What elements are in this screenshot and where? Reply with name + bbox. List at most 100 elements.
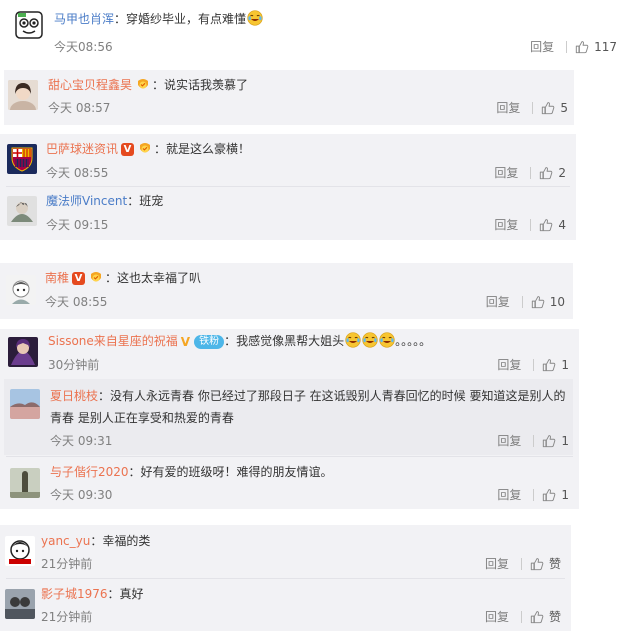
thumbs-up-icon[interactable] — [575, 40, 589, 54]
comment-time: 今天 08:55 — [45, 295, 108, 309]
avatar[interactable] — [5, 536, 35, 566]
thumbs-up-icon[interactable] — [541, 101, 555, 115]
comment-card-1: 甜心宝贝程鑫昊 ：说实话我羡慕了 今天 08:57 回复 5 — [4, 70, 574, 125]
comment-actions: 回复 赞 — [485, 555, 561, 572]
comment-author[interactable]: yanc_yu — [41, 534, 90, 548]
comment-text: ：就是这么豪横！ — [154, 142, 251, 156]
like-count: 5 — [560, 100, 568, 115]
like-count: 10 — [549, 294, 565, 309]
like-count: 1 — [561, 487, 569, 502]
comment-line: 南稚 V ：这也太幸福了叭 — [45, 269, 201, 287]
avatar[interactable] — [5, 589, 35, 619]
vip-badge-icon: V — [121, 143, 135, 156]
divider — [533, 488, 535, 501]
thumbs-up-icon[interactable] — [530, 610, 544, 624]
comment-author[interactable]: 夏日桃枝 — [50, 389, 98, 403]
comment-line: 甜心宝贝程鑫昊 ：说实话我羡慕了 — [48, 76, 248, 94]
comment-time: 30分钟前 — [48, 358, 100, 372]
like-count: 4 — [558, 217, 566, 232]
comment-author[interactable]: Sissone来自星座的祝福 — [48, 334, 178, 348]
laugh-cry-emoji-icon — [247, 10, 263, 26]
comment-text: ：幸福的类 — [90, 534, 151, 548]
avatar[interactable] — [7, 196, 37, 226]
avatar[interactable] — [10, 389, 40, 419]
thumbs-up-icon[interactable] — [542, 358, 556, 372]
comment-line: 与子偕行2020：好有爱的班级呀！难得的朋友情谊。 — [50, 463, 333, 481]
divider — [521, 295, 523, 308]
like-count: 117 — [594, 39, 617, 54]
reply-button[interactable]: 回复 — [494, 164, 518, 181]
comment-author[interactable]: 魔法师Vincent — [46, 194, 127, 208]
thumbs-up-icon[interactable] — [539, 166, 553, 180]
comment-card-2: 巴萨球迷资讯 V ：就是这么豪横！ 今天 08:55 回复 2 魔法师Vincent… — [0, 134, 576, 240]
comment-time: 今天 08:55 — [46, 166, 109, 180]
thumbs-up-icon[interactable] — [531, 295, 545, 309]
like-count: 赞 — [548, 610, 561, 624]
comment-time: 今天 09:15 — [46, 218, 109, 232]
thumbs-up-icon[interactable] — [530, 557, 544, 571]
divider — [530, 166, 532, 179]
reply-button[interactable]: 回复 — [497, 356, 521, 373]
like-count: 赞 — [548, 557, 561, 571]
divider — [520, 610, 522, 623]
comment-actions: 回复 1 — [497, 486, 569, 503]
laugh-cry-emoji-icon — [362, 332, 378, 348]
avatar[interactable] — [10, 468, 40, 498]
comment-time: 今天 09:31 — [50, 434, 113, 448]
thumbs-up-icon[interactable] — [539, 218, 553, 232]
thumbs-up-icon[interactable] — [542, 434, 556, 448]
comment-card-8: yanc_yu：幸福的类 21分钟前 回复 赞 影子城1976：真好 21分钟前… — [0, 525, 571, 631]
avatar[interactable] — [8, 80, 38, 110]
comment-author[interactable]: 与子偕行2020 — [50, 465, 129, 479]
reply-button[interactable]: 回复 — [496, 99, 520, 116]
comment-author[interactable]: 马甲也肖浑 — [54, 12, 114, 26]
reply-button[interactable]: 回复 — [494, 216, 518, 233]
divider — [532, 101, 534, 114]
comment-line: 魔法师Vincent：班宠 — [46, 192, 163, 210]
comment-text: ：这也太幸福了叭 — [105, 271, 202, 285]
reply-button[interactable]: 回复 — [497, 432, 521, 449]
comment-card-0: 马甲也肖浑：穿婚纱毕业，有点难懂 今天08:56 回复 117 — [0, 0, 621, 62]
comment-actions: 回复 2 — [494, 164, 566, 181]
divider — [533, 358, 535, 371]
divider — [6, 186, 570, 187]
comment-text-trail: 。。。。。 — [395, 334, 432, 348]
comment-text: ：穿婚纱毕业，有点难懂 — [114, 12, 247, 26]
comment-text: ：真好 — [107, 587, 144, 601]
comment-author[interactable]: 甜心宝贝程鑫昊 — [48, 78, 132, 92]
comment-text: ：说实话我羡慕了 — [152, 78, 249, 92]
comment-author[interactable]: 影子城1976 — [41, 587, 108, 601]
reply-button[interactable]: 回复 — [486, 293, 510, 310]
divider — [533, 434, 535, 447]
reply-button[interactable]: 回复 — [497, 486, 521, 503]
comment-time: 21分钟前 — [41, 610, 93, 624]
comment-actions: 回复 5 — [496, 99, 568, 116]
comment-actions: 回复 10 — [486, 293, 565, 310]
comment-author[interactable]: 巴萨球迷资讯 — [46, 142, 118, 156]
reply-button[interactable]: 回复 — [485, 555, 509, 572]
comment-actions: 回复 1 — [497, 432, 569, 449]
laugh-cry-emoji-icon — [379, 332, 395, 348]
divider — [530, 218, 532, 231]
comment-line: 马甲也肖浑：穿婚纱毕业，有点难懂 — [54, 10, 263, 28]
avatar[interactable] — [6, 275, 36, 305]
comment-text: ：好有爱的班级呀！难得的朋友情谊。 — [128, 465, 333, 479]
comment-line: 夏日桃枝：没有人永远青春 你已经过了那段日子 在这诋毁别人青春回忆的时候 要知道… — [50, 385, 570, 429]
like-count: 2 — [558, 165, 566, 180]
like-count: 1 — [561, 433, 569, 448]
comment-actions: 回复 1 — [497, 356, 569, 373]
divider — [566, 40, 568, 53]
avatar[interactable] — [8, 337, 38, 367]
comment-line: Sissone来自星座的祝福 V 铁粉 ：我感觉像黑帮大姐头 。。。。。 — [48, 332, 431, 351]
thumbs-up-icon[interactable] — [542, 488, 556, 502]
like-count: 1 — [561, 357, 569, 372]
avatar[interactable] — [7, 144, 37, 174]
comment-author[interactable]: 南稚 — [45, 271, 69, 285]
comment-actions: 回复 117 — [530, 38, 617, 55]
comment-card-5: Sissone来自星座的祝福 V 铁粉 ：我感觉像黑帮大姐头 。。。。。 30分钟前 回… — [0, 329, 579, 509]
divider — [6, 456, 573, 457]
sub-comment-card-6: 夏日桃枝：没有人永远青春 你已经过了那段日子 在这诋毁别人青春回忆的时候 要知道… — [4, 379, 573, 455]
avatar[interactable] — [14, 10, 44, 40]
reply-button[interactable]: 回复 — [530, 38, 554, 55]
reply-button[interactable]: 回复 — [485, 608, 509, 625]
